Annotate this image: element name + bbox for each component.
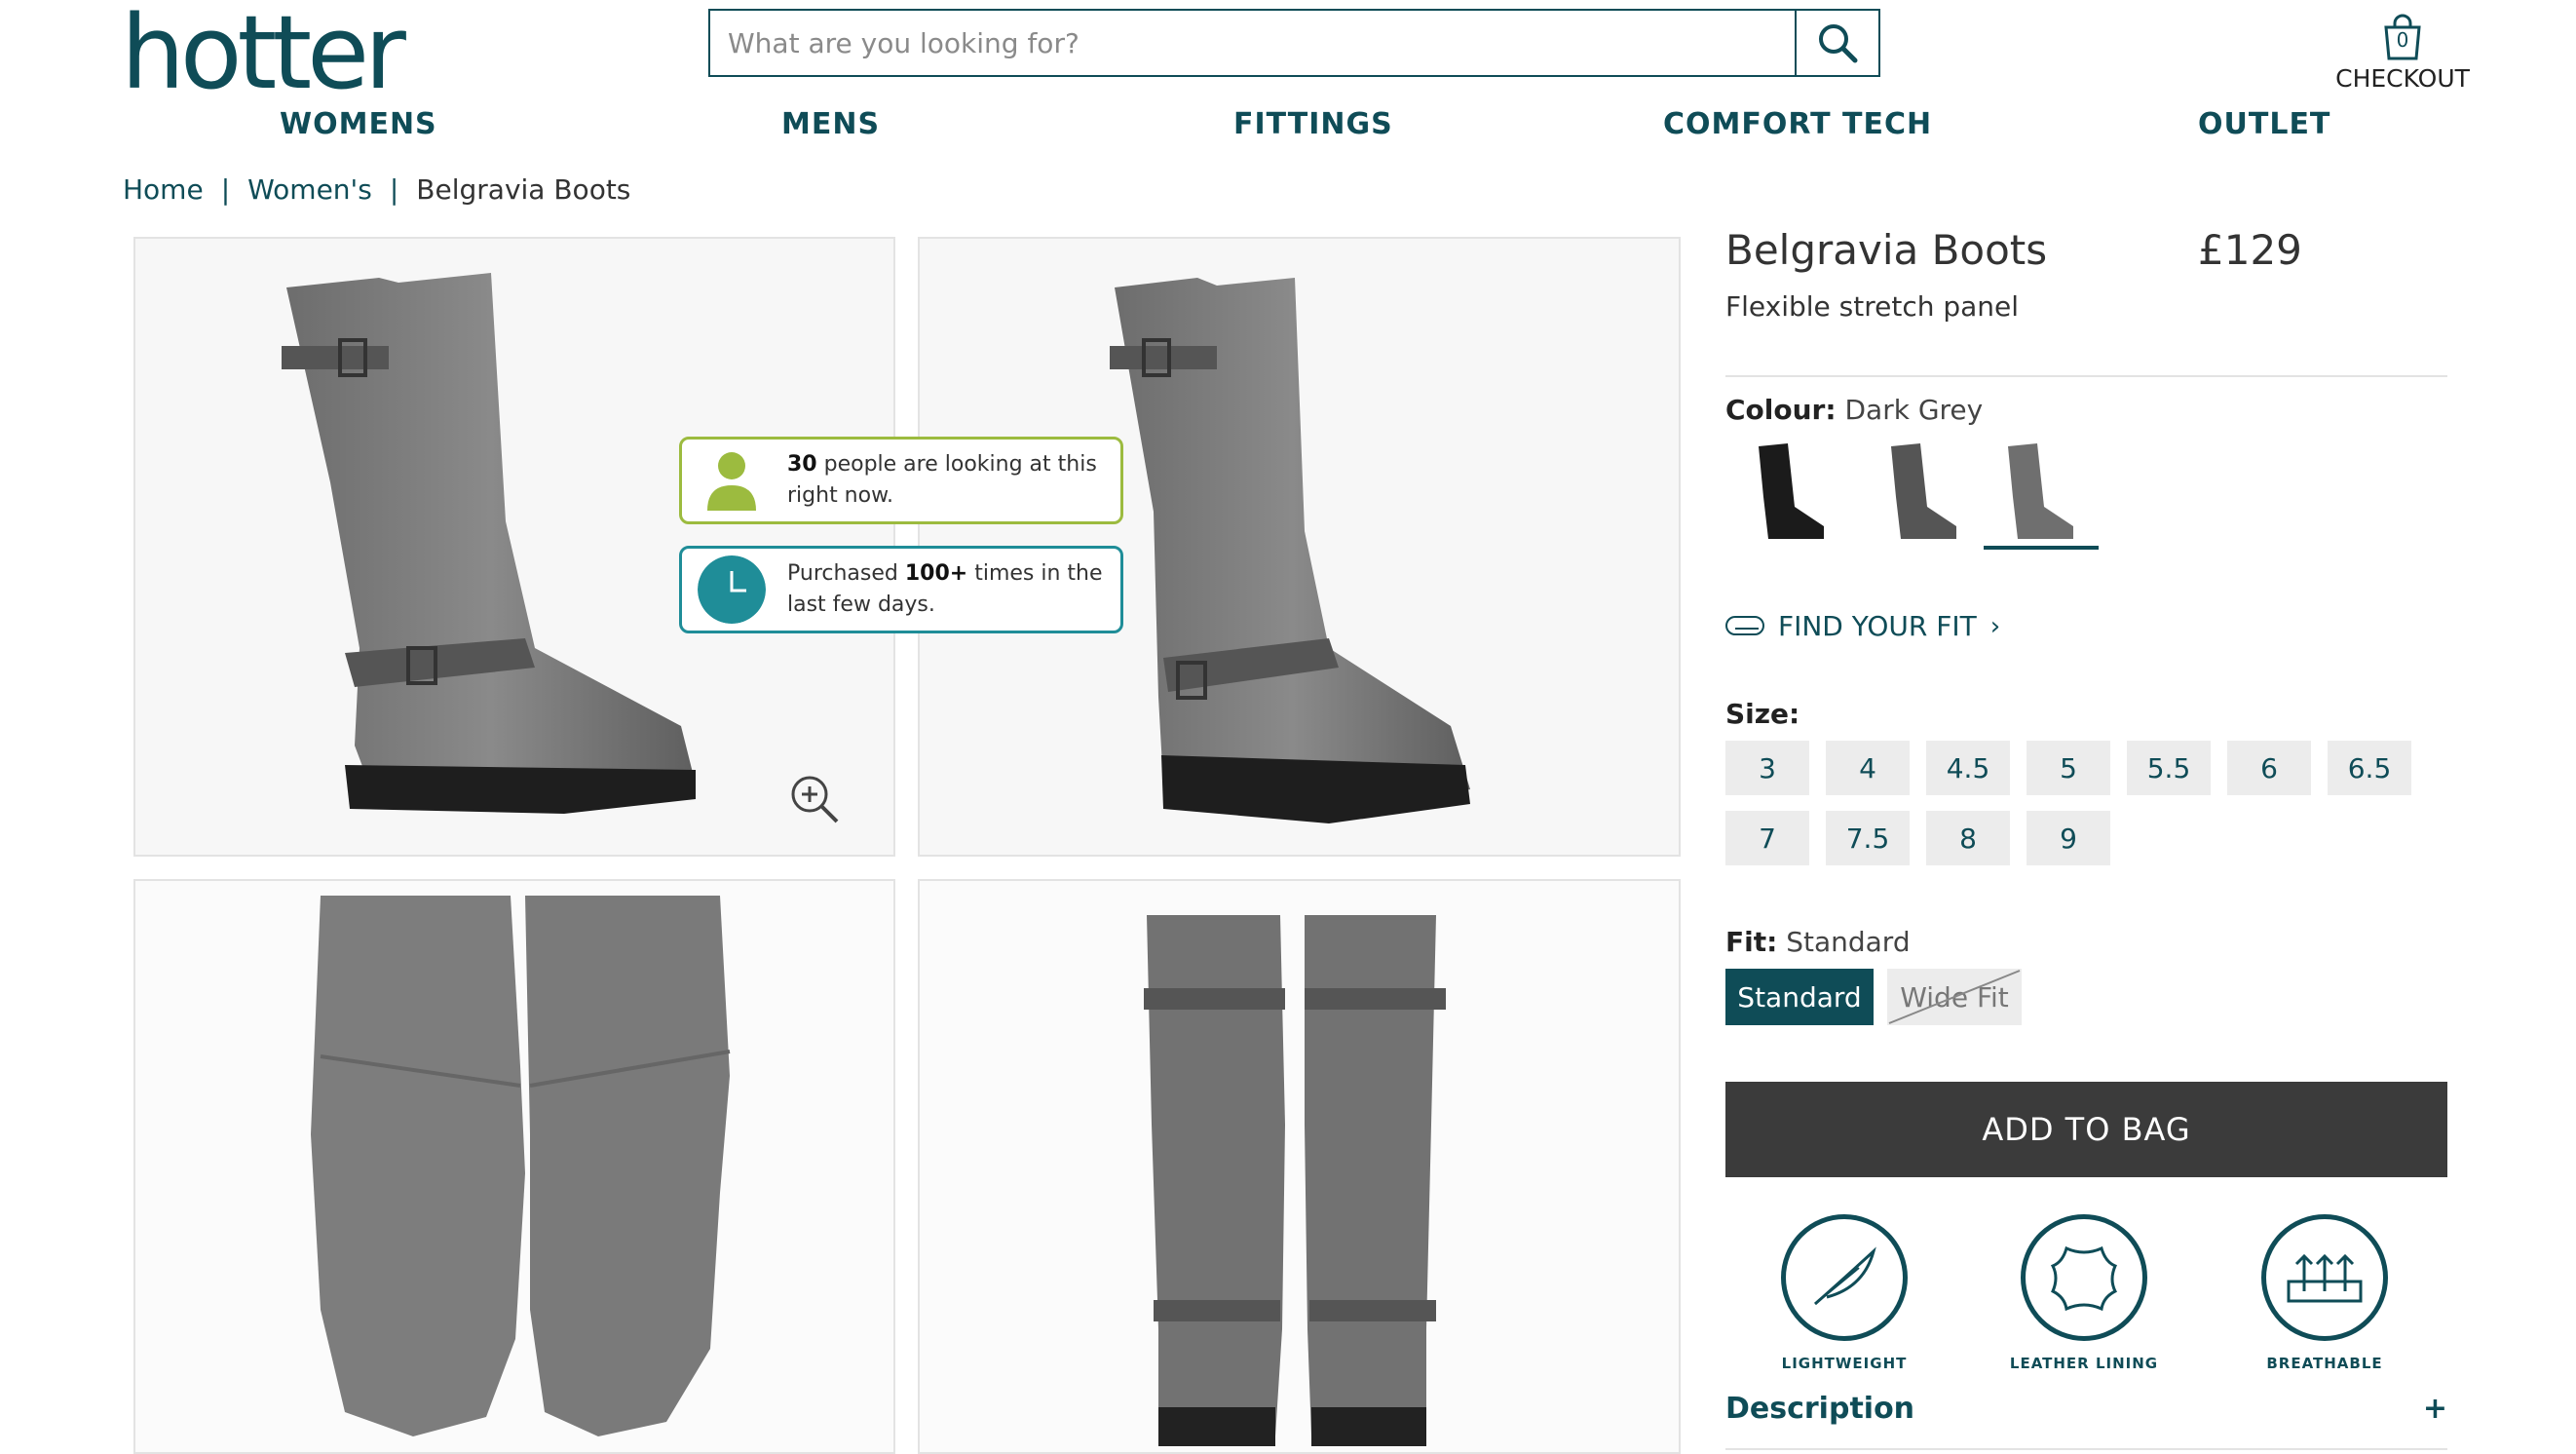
size-option[interactable]: 5	[2027, 741, 2110, 795]
description-accordion[interactable]: Description +	[1725, 1392, 2447, 1426]
breathable-arrows-icon	[2287, 1253, 2363, 1303]
feature-leather-lining: LEATHER LINING	[1996, 1214, 2172, 1372]
feather-icon	[1814, 1246, 1876, 1306]
chevron-right-icon: ›	[1989, 611, 2001, 641]
bag-count: 0	[2396, 28, 2409, 52]
search-icon	[1819, 24, 1858, 63]
viewers-badge: 30 people are looking at this right now.	[679, 437, 1123, 524]
feature-caption: LIGHTWEIGHT	[1781, 1355, 1908, 1372]
breadcrumb-separator: |	[389, 173, 399, 206]
size-option[interactable]: 5.5	[2127, 741, 2211, 795]
breadcrumb-separator: |	[220, 173, 231, 206]
size-option[interactable]: 3	[1725, 741, 1809, 795]
swatch-grey[interactable]	[1867, 439, 1982, 546]
purchases-text: Purchased 100+ times in the last few day…	[787, 561, 1103, 617]
product-price: £129	[2198, 226, 2302, 274]
search-bar	[708, 9, 1880, 77]
fit-standard-button[interactable]: Standard	[1725, 969, 1874, 1025]
size-option[interactable]: 4.5	[1926, 741, 2010, 795]
description-title: Description	[1725, 1392, 1915, 1426]
size-option[interactable]: 7.5	[1826, 811, 1910, 865]
checkout-link[interactable]: 0 CHECKOUT	[2334, 14, 2471, 93]
tape-measure-icon	[1725, 615, 1764, 635]
zoom-in-icon[interactable]	[788, 773, 841, 825]
find-your-fit-link[interactable]: FIND YOUR FIT ›	[1725, 610, 2000, 642]
breadcrumb-womens[interactable]: Women's	[247, 173, 372, 206]
feature-caption: BREATHABLE	[2266, 1355, 2383, 1372]
hotter-logo[interactable]: hotter®	[121, 2, 413, 103]
purchases-badge: Purchased 100+ times in the last few day…	[679, 546, 1123, 633]
size-option[interactable]: 9	[2027, 811, 2110, 865]
size-option[interactable]: 6.5	[2328, 741, 2411, 795]
divider	[1725, 1448, 2447, 1450]
size-option[interactable]: 4	[1826, 741, 1910, 795]
viewers-text: 30 people are looking at this right now.	[787, 452, 1097, 508]
colour-value: Dark Grey	[1844, 394, 1984, 426]
nav-fittings[interactable]: FITTINGS	[1233, 107, 1393, 141]
nav-womens[interactable]: WOMENS	[280, 107, 437, 141]
boot-top-image	[311, 896, 731, 1436]
fit-value: Standard	[1786, 926, 1911, 958]
size-option[interactable]: 6	[2227, 741, 2311, 795]
colour-label: Colour: Dark Grey	[1725, 394, 1984, 426]
product-title: Belgravia Boots	[1725, 226, 2048, 274]
fit-label: Fit: Standard	[1725, 926, 1911, 958]
nav-outlet[interactable]: OUTLET	[2198, 107, 2330, 141]
swatch-dark-grey-selected[interactable]	[1984, 439, 2099, 550]
boot-back-image	[1144, 915, 1446, 1446]
search-input[interactable]	[710, 11, 1795, 75]
breadcrumb: Home | Women's | Belgravia Boots	[123, 173, 630, 206]
size-label: Size:	[1725, 698, 1800, 730]
logo-text: hotter	[121, 0, 406, 112]
checkout-label: CHECKOUT	[2335, 64, 2470, 93]
product-image-back[interactable]	[918, 879, 1681, 1454]
size-option[interactable]: 7	[1725, 811, 1809, 865]
feature-caption: LEATHER LINING	[2009, 1355, 2159, 1372]
size-options: 3 4 4.5 5 5.5 6 6.5 7 7.5 8 9	[1725, 741, 2446, 865]
swatch-black[interactable]	[1734, 439, 1849, 546]
fit-wide-button[interactable]: Wide Fit	[1887, 969, 2022, 1025]
expand-plus-icon: +	[2422, 1392, 2447, 1426]
find-your-fit-label: FIND YOUR FIT	[1778, 610, 1977, 642]
nav-mens[interactable]: MENS	[781, 107, 880, 141]
divider	[1725, 375, 2447, 377]
shopping-bag-icon: 0	[2381, 14, 2424, 60]
clock-icon	[698, 555, 766, 624]
nav-comfort-tech[interactable]: COMFORT TECH	[1663, 107, 1932, 141]
feature-lightweight: LIGHTWEIGHT	[1757, 1214, 1932, 1372]
add-to-bag-button[interactable]: ADD TO BAG	[1725, 1082, 2447, 1177]
leather-hide-icon	[2050, 1245, 2118, 1312]
search-button[interactable]	[1795, 11, 1878, 75]
product-subtitle: Flexible stretch panel	[1725, 290, 2020, 323]
feature-breathable: BREATHABLE	[2237, 1214, 2412, 1372]
person-icon	[707, 452, 756, 511]
breadcrumb-current: Belgravia Boots	[416, 173, 631, 206]
product-image-top[interactable]	[133, 879, 895, 1454]
unavailable-strike	[1888, 970, 2021, 1024]
size-option[interactable]: 8	[1926, 811, 2010, 865]
breadcrumb-home[interactable]: Home	[123, 173, 204, 206]
